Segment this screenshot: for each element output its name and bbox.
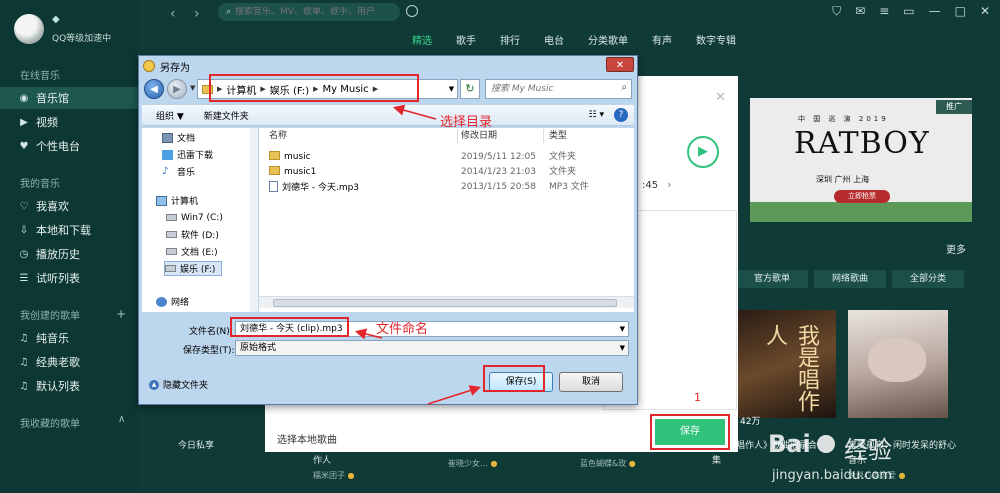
baidu-paw-logo: Bai — [768, 430, 835, 458]
watermark-url: jingyan.baidu.com — [772, 468, 892, 483]
baidu-watermark: Bai 经验 jingyan.baidu.com — [762, 420, 992, 490]
arrow-to-address — [392, 104, 437, 120]
watermark-brand: 经验 — [844, 436, 892, 464]
arrow-to-filename — [354, 328, 383, 340]
svg-text:Bai: Bai — [768, 430, 811, 458]
arrow-to-save — [427, 385, 482, 405]
